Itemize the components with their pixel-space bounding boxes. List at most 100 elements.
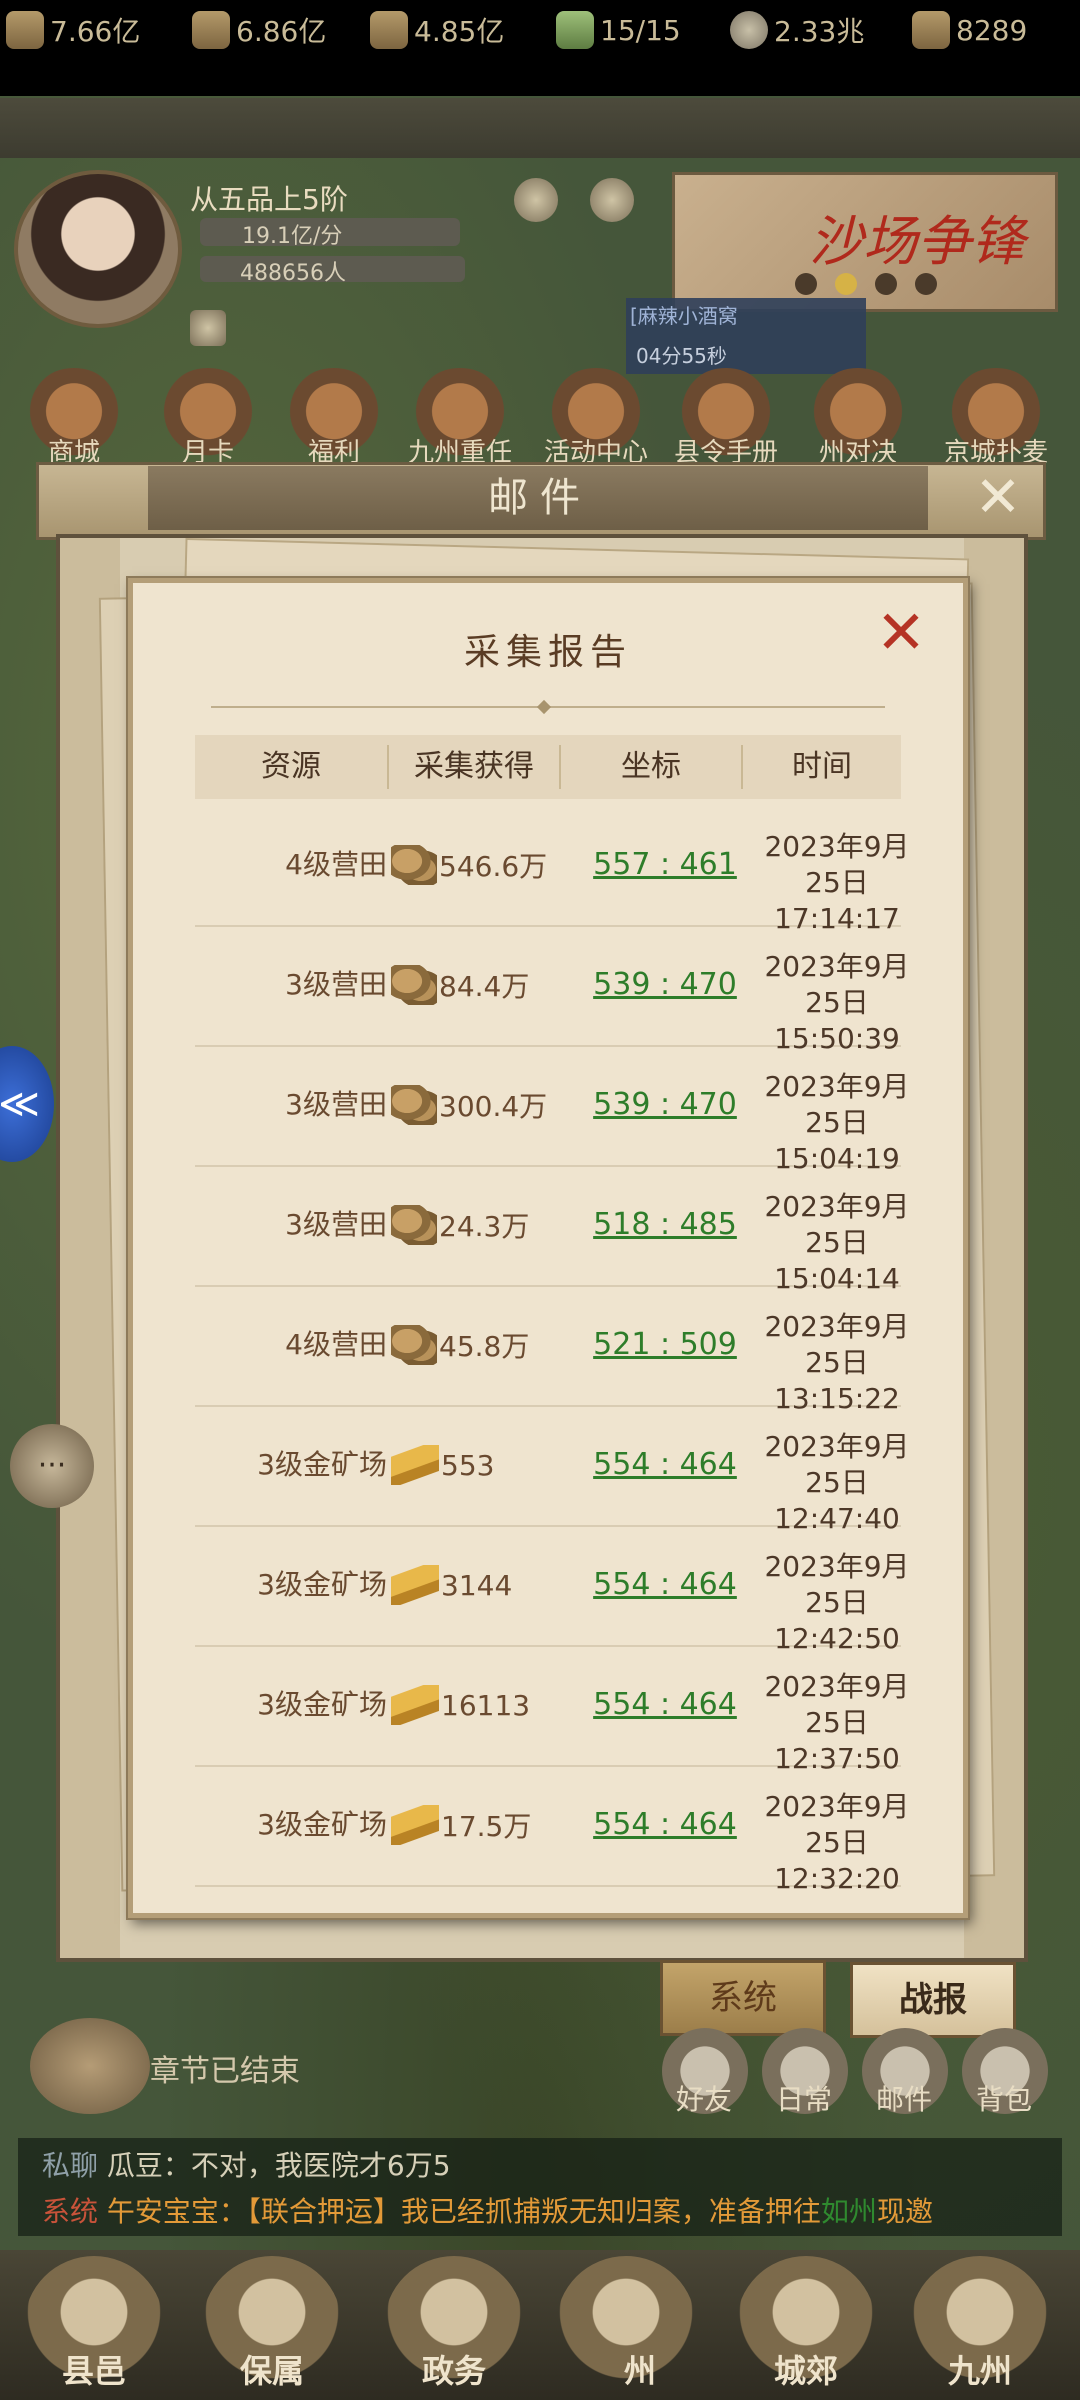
chapter-status: 章节已结束 — [150, 2054, 300, 2089]
event-banner[interactable]: 沙场争锋 — [672, 172, 1058, 312]
row-amount: 17.5万 — [441, 1810, 532, 1843]
row-coordinate-link[interactable]: 521 : 509 — [575, 1285, 755, 1405]
quick-daily[interactable]: 日常 — [754, 2078, 854, 2118]
row-coordinate-link[interactable]: 557 : 461 — [575, 805, 755, 925]
tab-system[interactable]: 系统 — [660, 1960, 826, 2036]
row-gain: 45.8万 — [391, 1285, 581, 1405]
row-date: 2023年9月25日 — [764, 1550, 910, 1619]
nav-nine-states[interactable]: 九州 — [910, 2346, 1050, 2392]
nav-state[interactable]: 州 — [570, 2346, 710, 2392]
quick-friends[interactable]: 好友 — [654, 2078, 754, 2118]
row-gain: 17.5万 — [391, 1765, 581, 1885]
collection-report-dialog: 采集报告 ✕ 资源 采集获得 坐标 时间 4级营田 546.6万 557 : 461… — [128, 578, 968, 1918]
resource-stamina[interactable]: 15/15 — [556, 8, 681, 52]
table-row: 3级金矿场 553 554 : 464 2023年9月25日 12:47:40 — [195, 1405, 910, 1535]
nav-affairs[interactable]: 政务 — [384, 2346, 524, 2392]
nav-subordinates[interactable]: 保属 — [202, 2346, 342, 2392]
column-header-time: 时间 — [792, 749, 852, 784]
row-gain: 300.4万 — [391, 1045, 581, 1165]
row-time: 2023年9月25日 17:14:17 — [747, 829, 927, 937]
row-resource: 3级金矿场 — [257, 1808, 387, 1841]
tab-battle-report[interactable]: 战报 — [850, 1962, 1016, 2038]
grain-bundle-icon — [391, 1085, 437, 1125]
row-amount: 24.3万 — [439, 1210, 530, 1243]
row-coordinate-link[interactable]: 554 : 464 — [575, 1645, 755, 1765]
row-coordinate-link[interactable]: 539 : 470 — [575, 1045, 755, 1165]
resource-wood[interactable]: 6.86亿 — [192, 8, 326, 52]
column-header-coord: 坐标 — [621, 749, 681, 784]
gold-ingot-icon — [391, 1685, 439, 1725]
vip-icon[interactable] — [514, 178, 558, 222]
pager-dot-active — [835, 273, 857, 295]
row-time: 2023年9月25日 15:04:19 — [747, 1069, 927, 1177]
resource-value: 8289 — [956, 13, 1028, 47]
divider-ornament — [536, 699, 552, 715]
row-date: 2023年9月25日 — [764, 830, 910, 899]
chapter-icon[interactable] — [30, 2018, 150, 2114]
resource-value: 15/15 — [600, 13, 681, 47]
row-amount: 300.4万 — [439, 1090, 548, 1123]
row-time: 2023年9月25日 12:37:50 — [747, 1669, 927, 1777]
row-time: 2023年9月25日 12:32:20 — [747, 1789, 927, 1897]
row-coordinate-link[interactable]: 554 : 464 — [575, 1525, 755, 1645]
column-header-gain: 采集获得 — [414, 749, 534, 784]
row-resource: 3级营田 — [285, 1088, 387, 1121]
buff-icon[interactable] — [190, 310, 226, 346]
table-row: 4级营田 45.8万 521 : 509 2023年9月25日 13:15:22 — [195, 1285, 910, 1415]
timer-name: [麻辣小酒窝 — [630, 304, 738, 328]
row-amount: 16113 — [441, 1688, 531, 1722]
row-resource: 4级营田 — [285, 1328, 387, 1361]
table-row: 3级营田 24.3万 518 : 485 2023年9月25日 15:04:14 — [195, 1165, 910, 1295]
row-coordinate-link[interactable]: 554 : 464 — [575, 1405, 755, 1525]
row-resource: 3级营田 — [285, 968, 387, 1001]
mail-close-icon[interactable]: ✕ — [970, 470, 1026, 526]
banner-pager — [795, 273, 937, 295]
pager-dot — [795, 273, 817, 295]
row-time: 2023年9月25日 12:47:40 — [747, 1429, 927, 1537]
resource-value: 2.33兆 — [774, 15, 865, 48]
row-time: 2023年9月25日 13:15:22 — [747, 1309, 927, 1417]
row-coordinate-link[interactable]: 539 : 470 — [575, 925, 755, 1045]
resource-coin[interactable]: 2.33兆 — [730, 8, 864, 52]
chat-line-system: 系统 午安宝宝：【联合押运】我已经抓捕叛无知归案，准备押往如州现邀 — [42, 2190, 933, 2230]
pager-dot — [875, 273, 897, 295]
resource-grain[interactable]: 7.66亿 — [6, 8, 140, 52]
nav-county[interactable]: 县邑 — [24, 2346, 164, 2392]
resource-logs[interactable]: 4.85亿 — [370, 8, 504, 52]
column-header-resource: 资源 — [261, 749, 321, 784]
row-date: 2023年9月25日 — [764, 950, 910, 1019]
gold-ingot-icon — [912, 11, 950, 49]
chat-panel[interactable]: 私聊 瓜豆：不对，我医院才6万5 系统 午安宝宝：【联合押运】我已经抓捕叛无知归… — [18, 2138, 1062, 2236]
chat-tag: 系统 — [42, 2195, 99, 2228]
row-gain: 553 — [391, 1405, 581, 1525]
row-resource: 3级营田 — [285, 1208, 387, 1241]
chat-highlight[interactable]: 如州 — [821, 2195, 877, 2228]
resource-value: 4.85亿 — [414, 15, 505, 48]
gold-ingot-icon — [391, 1565, 439, 1605]
row-date: 2023年9月25日 — [764, 1310, 910, 1379]
row-resource: 3级金矿场 — [257, 1448, 387, 1481]
resource-bar — [0, 98, 1080, 158]
quick-backpack[interactable]: 背包 — [954, 2078, 1054, 2118]
resource-gold-ingot[interactable]: 8289 — [912, 8, 1027, 52]
row-resource: 3级金矿场 — [257, 1688, 387, 1721]
grain-bundle-icon — [391, 1325, 437, 1365]
chat-bubble-icon[interactable]: ··· — [10, 1424, 94, 1508]
row-gain: 84.4万 — [391, 925, 581, 1045]
row-coordinate-link[interactable]: 554 : 464 — [575, 1765, 755, 1885]
row-gain: 3144 — [391, 1525, 581, 1645]
table-row: 3级营田 300.4万 539 : 470 2023年9月25日 15:04:19 — [195, 1045, 910, 1175]
table-header: 资源 采集获得 坐标 时间 — [195, 735, 901, 799]
nav-suburb[interactable]: 城郊 — [736, 2346, 876, 2392]
close-icon[interactable]: ✕ — [871, 603, 931, 663]
row-date: 2023年9月25日 — [764, 1790, 910, 1859]
quick-mail[interactable]: 邮件 — [854, 2078, 954, 2118]
row-gain: 546.6万 — [391, 805, 581, 925]
refresh-icon[interactable] — [590, 178, 634, 222]
row-date: 2023年9月25日 — [764, 1430, 910, 1499]
row-resource: 3级金矿场 — [257, 1568, 387, 1601]
player-avatar[interactable] — [14, 170, 182, 328]
row-coordinate-link[interactable]: 518 : 485 — [575, 1165, 755, 1285]
chat-text: 午安宝宝：【联合押运】我已经抓捕叛无知归案，准备押往 — [106, 2195, 821, 2228]
population: 488656人 — [240, 261, 346, 286]
